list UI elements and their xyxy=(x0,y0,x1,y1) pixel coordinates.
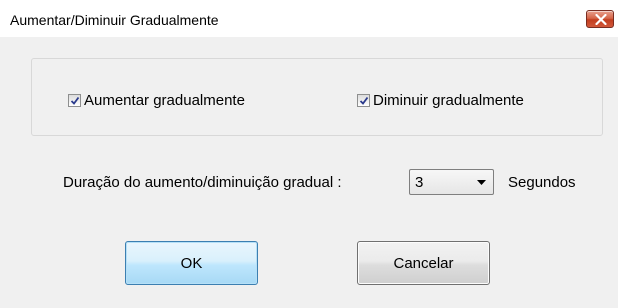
duration-unit-label: Segundos xyxy=(508,174,576,191)
dialog-body: Aumentar gradualmente Diminuir gradualme… xyxy=(0,37,618,308)
duration-label: Duração do aumento/diminuição gradual : xyxy=(63,174,342,191)
chevron-down-icon xyxy=(477,180,486,185)
duration-value: 3 xyxy=(415,174,424,191)
duration-select[interactable]: 3 xyxy=(409,169,494,195)
dialog-window: Aumentar/Diminuir Gradualmente Aumentar … xyxy=(0,0,618,308)
duration-row: Duração do aumento/diminuição gradual : … xyxy=(0,37,618,308)
title-bar[interactable]: Aumentar/Diminuir Gradualmente xyxy=(0,0,618,37)
ok-button[interactable]: OK xyxy=(125,241,258,285)
window-title: Aumentar/Diminuir Gradualmente xyxy=(10,12,219,28)
close-icon xyxy=(595,14,607,25)
cancel-button[interactable]: Cancelar xyxy=(357,241,490,285)
close-button[interactable] xyxy=(586,10,614,28)
